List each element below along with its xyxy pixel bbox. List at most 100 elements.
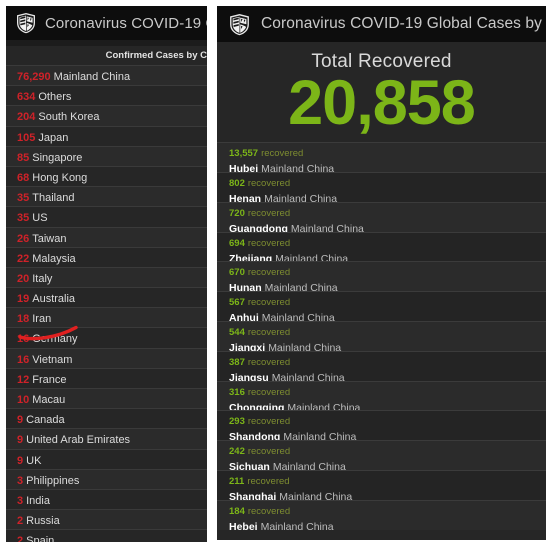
recovered-count: 567 xyxy=(229,297,245,309)
case-row[interactable]: 9 United Arab Emirates xyxy=(6,428,207,449)
recovered-row[interactable]: 544 recovered Jiangxi Mainland China xyxy=(217,321,546,351)
recovered-location-line: Hebei Mainland China xyxy=(229,518,546,530)
recovered-location-line: Sichuan Mainland China xyxy=(229,458,546,470)
case-location: Mainland China xyxy=(53,71,131,83)
recovered-count-line: 387 recovered xyxy=(229,353,546,369)
case-count: 9 xyxy=(17,434,24,447)
case-row[interactable]: 68 Hong Kong xyxy=(6,165,207,187)
recovered-country: Mainland China xyxy=(261,312,335,322)
case-row[interactable]: 12 France xyxy=(6,367,207,388)
recovered-count: 316 xyxy=(229,386,245,398)
recovered-row[interactable]: 720 recovered Guangdong Mainland China xyxy=(217,201,546,232)
case-row[interactable]: 26 Taiwan xyxy=(6,226,207,247)
recovered-country: Mainland China xyxy=(260,520,334,530)
confirmed-cases-list[interactable]: 76,290 Mainland China 634 Others 204 South Ko… xyxy=(6,65,207,542)
case-count: 12 xyxy=(17,373,30,386)
recovered-row[interactable]: 211 recovered Shanghai Mainland China xyxy=(217,470,546,500)
recovered-label: recovered xyxy=(247,267,291,279)
recovered-country: Mainland China xyxy=(268,342,342,351)
case-row[interactable]: 85 Singapore xyxy=(6,145,207,166)
recovered-locations-list[interactable]: 13,557 recovered Hubei Mainland China 802 rec… xyxy=(217,142,546,530)
recovered-row[interactable]: 802 recovered Henan Mainland China xyxy=(217,172,546,202)
recovered-row[interactable]: 387 recovered Jiangsu Mainland China xyxy=(217,350,546,381)
recovered-province: Guangdong xyxy=(229,222,288,232)
case-row[interactable]: 204 South Korea xyxy=(6,105,207,126)
recovered-row[interactable]: 242 recovered Sichuan Mainland China xyxy=(217,440,546,471)
case-row[interactable]: 2 Spain xyxy=(6,529,207,542)
recovered-location-line: Jiangxi Mainland China xyxy=(229,339,546,351)
case-location: Macau xyxy=(32,394,66,406)
case-row[interactable]: 16 Germany xyxy=(6,327,207,348)
recovered-count: 293 xyxy=(229,416,245,428)
case-row[interactable]: 35 US xyxy=(6,206,207,227)
recovered-label: recovered xyxy=(247,327,291,339)
recovered-row[interactable]: 184 recovered Hebei Mainland China xyxy=(217,499,546,530)
case-count: 35 xyxy=(17,212,30,225)
case-count: 3 xyxy=(17,474,24,487)
case-row[interactable]: 3 India xyxy=(6,488,207,510)
recovered-location-line: Hunan Mainland China xyxy=(229,279,546,291)
case-row[interactable]: 9 UK xyxy=(6,448,207,469)
recovered-count: 184 xyxy=(229,505,245,517)
case-location: Japan xyxy=(38,131,69,144)
recovered-row[interactable]: 694 recovered Zhejiang Mainland China xyxy=(217,231,546,262)
recovered-province: Jiangxi xyxy=(229,342,266,351)
case-row[interactable]: 9 Canada xyxy=(6,408,207,429)
left-panel-titlebar: Coronavirus COVID-19 Glo xyxy=(6,6,207,40)
case-row[interactable]: 634 Others xyxy=(6,85,207,106)
recovered-location-line: Anhui Mainland China xyxy=(229,309,546,321)
confirmed-cases-panel: Coronavirus COVID-19 Glo Confirmed Cases… xyxy=(6,6,207,542)
recovered-country: Mainland China xyxy=(271,371,345,381)
case-row[interactable]: 76,290 Mainland China xyxy=(6,65,207,86)
case-row[interactable]: 18 Iran xyxy=(6,307,207,328)
case-location: Philippines xyxy=(26,474,80,487)
case-location: Hong Kong xyxy=(32,171,88,184)
recovered-province: Jiangsu xyxy=(229,371,269,381)
recovered-row[interactable]: 670 recovered Hunan Mainland China xyxy=(217,261,546,292)
case-count: 18 xyxy=(17,313,30,326)
case-row[interactable]: 10 Macau xyxy=(6,388,207,409)
recovered-location-line: Chongqing Mainland China xyxy=(229,399,546,411)
recovered-count: 242 xyxy=(229,446,245,458)
case-row[interactable]: 16 Vietnam xyxy=(6,347,207,368)
recovered-location-line: Shandong Mainland China xyxy=(229,428,546,440)
case-row[interactable]: 19 Australia xyxy=(6,287,207,308)
recovered-count: 670 xyxy=(229,267,245,279)
total-recovered-panel: Coronavirus COVID-19 Global Cases by Joh… xyxy=(217,6,546,540)
case-row[interactable]: 105 Japan xyxy=(6,125,207,146)
case-count: 105 xyxy=(17,131,36,144)
case-location: Others xyxy=(38,91,72,104)
recovered-row[interactable]: 567 recovered Anhui Mainland China xyxy=(217,291,546,322)
recovered-row[interactable]: 316 recovered Chongqing Mainland China xyxy=(217,380,546,411)
case-count: 9 xyxy=(17,414,24,427)
recovered-label: recovered xyxy=(247,476,290,488)
recovered-count-line: 211 recovered xyxy=(229,472,546,488)
recovered-count: 13,557 xyxy=(229,148,259,160)
case-row[interactable]: 35 Thailand xyxy=(6,186,207,207)
case-count: 76,290 xyxy=(17,71,51,83)
recovered-label: recovered xyxy=(247,356,291,368)
case-row[interactable]: 2 Russia xyxy=(6,509,207,530)
case-count: 10 xyxy=(17,394,30,406)
recovered-label: recovered xyxy=(247,416,291,428)
recovered-row[interactable]: 293 recovered Shandong Mainland China xyxy=(217,410,546,441)
recovered-count-line: 13,557 recovered xyxy=(229,144,546,160)
recovered-province: Hunan xyxy=(229,282,262,292)
case-location: Taiwan xyxy=(32,232,67,245)
case-row[interactable]: 3 Philippines xyxy=(6,468,207,489)
recovered-row[interactable]: 13,557 recovered Hubei Mainland China xyxy=(217,142,546,173)
recovered-count: 211 xyxy=(229,476,245,488)
case-row[interactable]: 22 Malaysia xyxy=(6,246,207,267)
recovered-count: 802 xyxy=(229,178,245,190)
case-row[interactable]: 20 Italy xyxy=(6,266,207,288)
case-count: 9 xyxy=(17,454,24,467)
case-location: Russia xyxy=(26,515,60,528)
case-location: Vietnam xyxy=(32,353,73,366)
recovered-label: recovered xyxy=(247,505,291,517)
recovered-label: recovered xyxy=(247,386,291,398)
case-count: 26 xyxy=(17,232,30,245)
case-location: Singapore xyxy=(32,151,83,164)
recovered-count: 720 xyxy=(229,207,245,219)
recovered-province: Sichuan xyxy=(229,461,270,471)
recovered-location-line: Shanghai Mainland China xyxy=(229,488,546,500)
